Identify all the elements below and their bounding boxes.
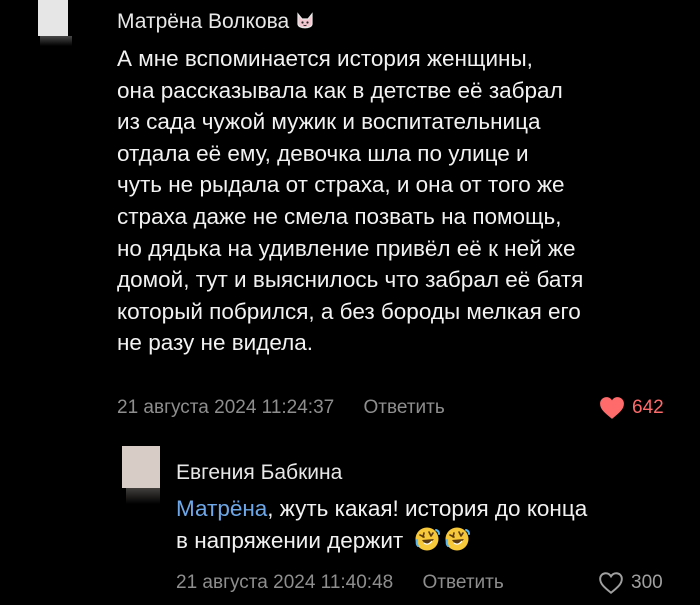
like-button[interactable]: 300	[598, 571, 663, 595]
like-count: 642	[632, 397, 664, 418]
reply-meta: 21 августа 2024 11:40:48 Ответить	[176, 572, 504, 594]
reply-text: , жуть какая! история до конца	[267, 496, 588, 521]
comment-line: который побрился, а без бороды мелкая ег…	[117, 298, 581, 324]
comment-line: отдала её ему, девочка шла по улице и	[117, 140, 529, 166]
comment-body: А мне вспоминается история женщины, она …	[117, 43, 583, 359]
reply-body: Матрёна, жуть какая! история до конца в …	[176, 493, 587, 556]
reply-line: в напряжении держит	[176, 525, 587, 557]
timestamp: 21 августа 2024 11:40:48	[176, 572, 394, 593]
avatar[interactable]	[122, 446, 160, 488]
like-button[interactable]: 642	[599, 396, 664, 420]
reply-author[interactable]: Евгения Бабкина	[176, 461, 342, 485]
like-count: 300	[631, 572, 663, 593]
mention-link[interactable]: Матрёна	[176, 496, 267, 521]
author-name: Евгения Бабкина	[176, 461, 343, 484]
author-name: Матрёна Волкова	[117, 10, 290, 33]
cat-badge-icon	[295, 12, 315, 32]
comment-line: А мне вспоминается история женщины,	[117, 46, 533, 71]
comment-line: она рассказывала как в детстве её забрал	[117, 77, 563, 103]
comment-line: но дядька на удивление привёл её к ней ж…	[117, 235, 576, 261]
avatar[interactable]	[38, 0, 68, 36]
reply-line: Матрёна, жуть какая! история до конца	[176, 493, 587, 525]
reply-text: в напряжении держит	[176, 527, 404, 553]
comment-line: из сада чужой мужик и воспитательница	[117, 109, 541, 135]
rolling-laughing-emoji-icon	[444, 526, 470, 552]
rolling-laughing-emoji-icon	[414, 526, 440, 552]
heart-filled-icon	[600, 397, 624, 419]
comment-line: страха даже не смела позвать на помощь,	[117, 203, 562, 229]
avatar-reflection	[126, 488, 160, 504]
comment-line: не разу не видела.	[117, 330, 314, 356]
timestamp: 21 августа 2024 11:24:37	[117, 397, 335, 418]
comment-line: чуть не рыдала от страха, и она от того …	[117, 172, 565, 198]
comment-meta: 21 августа 2024 11:24:37 Ответить	[117, 397, 445, 419]
reply-button[interactable]: Ответить	[423, 572, 504, 593]
comment-author[interactable]: Матрёна Волкова	[117, 10, 315, 34]
comment-line: домой, тут и выяснилось что забрал её ба…	[117, 267, 584, 293]
reply-button[interactable]: Ответить	[364, 397, 445, 418]
heart-outline-icon	[599, 572, 623, 594]
avatar-reflection	[40, 36, 72, 46]
